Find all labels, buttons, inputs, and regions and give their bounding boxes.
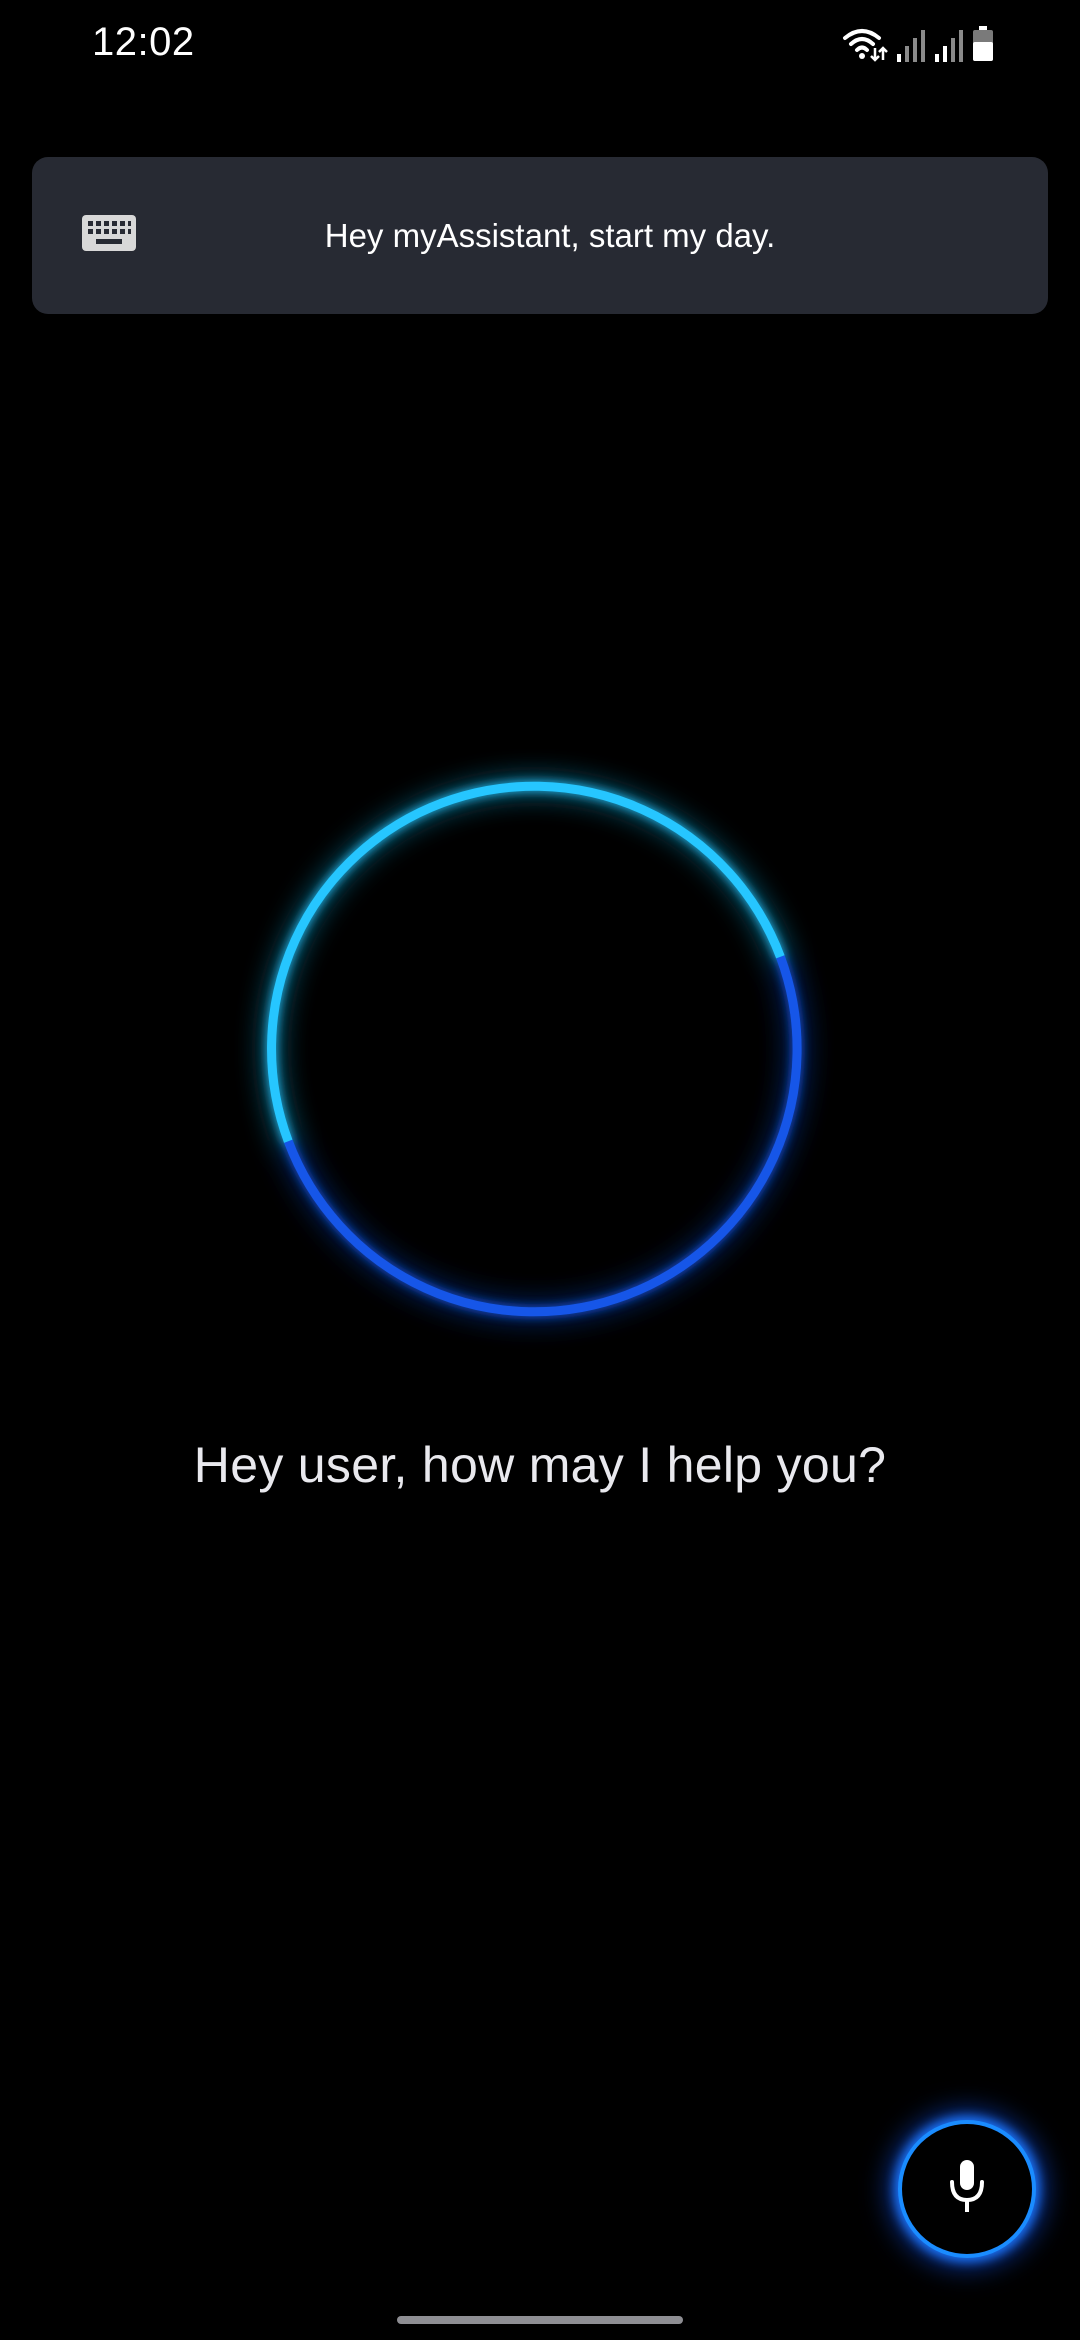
status-bar: 12:02 [0,0,1080,84]
signal-icon [896,28,926,62]
prompt-card: Hey myAssistant, start my day. [32,157,1048,314]
signal-icon [934,28,964,62]
home-indicator[interactable] [397,2316,683,2324]
wifi-icon [842,26,888,62]
keyboard-icon [82,214,136,256]
battery-icon [972,26,994,62]
microphone-button[interactable] [898,2120,1036,2258]
status-icons [842,22,994,62]
status-time: 12:02 [92,20,195,64]
microphone-icon [949,2159,985,2219]
keyboard-button[interactable] [82,199,202,271]
assistant-greeting: Hey user, how may I help you? [193,1437,887,1493]
assistant-orb [260,781,820,1350]
